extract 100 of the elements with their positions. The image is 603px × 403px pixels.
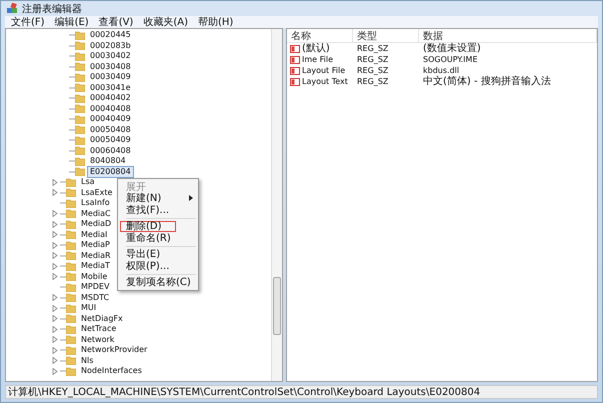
tree-connector <box>60 202 66 204</box>
expand-arrow-icon[interactable] <box>52 262 58 270</box>
tree-item[interactable]: MediaP <box>78 239 113 252</box>
tree-item[interactable]: MSDTC <box>78 292 112 304</box>
tree-item[interactable]: 0003041e <box>87 82 134 94</box>
tree-item[interactable]: MPDEV <box>78 281 112 294</box>
tree-item[interactable]: 00040408 <box>87 102 134 115</box>
tree-connector <box>60 254 66 257</box>
tree-item[interactable]: Lsa <box>78 176 98 188</box>
tree-item[interactable]: Network <box>78 334 118 346</box>
expand-arrow-icon[interactable] <box>52 294 58 302</box>
tree-item[interactable]: 00020445 <box>87 29 134 42</box>
expand-arrow-icon[interactable] <box>52 231 58 238</box>
tree-connector <box>69 128 75 131</box>
tree-connector <box>69 86 75 89</box>
tree-item[interactable]: Mobile <box>78 270 110 283</box>
expand-arrow-icon[interactable] <box>52 315 58 322</box>
menu-option[interactable]: 删除(D) <box>120 220 176 232</box>
expand-arrow-icon[interactable] <box>52 368 58 375</box>
expand-arrow-icon[interactable] <box>52 336 58 344</box>
tree-item[interactable]: 00040409 <box>87 113 134 126</box>
tree-item[interactable]: NetworkProvider <box>78 344 150 356</box>
tree-connector <box>60 307 66 310</box>
string-value-icon <box>290 56 300 64</box>
menu-item[interactable]: 文件(F) <box>7 15 49 29</box>
tree-item[interactable]: Nls <box>78 354 96 367</box>
tree-connector <box>60 349 66 352</box>
tree-item[interactable]: 00030408 <box>87 60 134 73</box>
tree-connector <box>60 328 66 330</box>
value-data: (数值未设置) <box>422 43 482 54</box>
tree-item[interactable]: LsaExte <box>78 186 116 199</box>
tree-connector <box>60 234 66 236</box>
value-name[interactable]: (默认) <box>302 43 330 54</box>
tree-connector <box>69 76 75 78</box>
tree-item[interactable]: 0002083b <box>87 40 134 52</box>
tree-connector <box>60 286 66 288</box>
value-name[interactable]: Ime File <box>302 54 334 65</box>
expand-arrow-icon[interactable] <box>52 178 58 186</box>
tree-item[interactable]: NetDiagFx <box>78 312 126 325</box>
expand-arrow-icon[interactable] <box>52 346 58 354</box>
tree-connector <box>69 160 75 162</box>
menu-item[interactable]: 编辑(E) <box>50 15 93 29</box>
menu-option[interactable]: 重命名(R) <box>120 232 196 244</box>
tree-item[interactable]: 00030402 <box>87 50 134 62</box>
status-path: 计算机\HKEY_LOCAL_MACHINE\SYSTEM\CurrentControlSet\Control\Keyboard Layouts\E0200804 <box>7 386 480 399</box>
expand-arrow-icon[interactable] <box>52 220 58 228</box>
expand-arrow-icon[interactable] <box>52 210 58 218</box>
tree-connector <box>69 108 75 110</box>
tree-connector <box>69 139 75 142</box>
menu-option[interactable]: 查找(F)... <box>120 204 196 216</box>
menu-option[interactable]: 复制项名称(C) <box>120 276 196 288</box>
tree-item[interactable]: 00040402 <box>87 92 134 104</box>
tree-connector <box>69 55 75 58</box>
expand-arrow-icon[interactable] <box>52 273 58 280</box>
tree-item[interactable]: MediaC <box>78 208 114 220</box>
tree-connector <box>69 44 75 47</box>
window-title: 注册表编辑器 <box>22 2 82 16</box>
scrollbar[interactable] <box>271 29 282 381</box>
tree-connector <box>69 34 75 36</box>
tree-item[interactable]: 00030409 <box>87 71 134 84</box>
expand-arrow-icon[interactable] <box>52 252 58 260</box>
tree-connector <box>60 370 66 372</box>
tree-connector <box>60 192 66 194</box>
tree-item[interactable]: 00050408 <box>87 124 134 136</box>
tree-item[interactable]: MediaI <box>78 228 110 241</box>
tree-item[interactable]: 00060408 <box>87 144 134 157</box>
expand-arrow-icon[interactable] <box>52 242 58 249</box>
tree-item[interactable]: NodeInterfaces <box>78 365 145 378</box>
menu-item[interactable]: 查看(V) <box>94 15 138 29</box>
expand-arrow-icon[interactable] <box>52 326 58 333</box>
tree-item[interactable]: LsaInfo <box>78 197 113 210</box>
value-type: REG_SZ <box>356 44 390 53</box>
string-value-icon <box>290 66 300 74</box>
tree-item[interactable]: 00050409 <box>87 134 134 146</box>
expand-arrow-icon[interactable] <box>52 357 58 364</box>
column-header[interactable]: 类型 <box>353 29 419 43</box>
value-data: SOGOUPY.IME <box>422 54 478 65</box>
tree-item[interactable]: MediaR <box>78 250 114 262</box>
string-value-icon <box>290 44 300 52</box>
menu-option[interactable]: 新建(N) <box>120 192 196 204</box>
tree-connector <box>60 265 66 268</box>
expand-arrow-icon[interactable] <box>52 189 58 196</box>
value-name[interactable]: Layout File <box>302 65 346 76</box>
expand-arrow-icon[interactable] <box>52 304 58 312</box>
tree-item[interactable]: 8040804 <box>87 155 129 168</box>
tree-item[interactable]: MediaT <box>78 260 113 272</box>
tree-connector <box>60 223 66 226</box>
value-type: REG_SZ <box>356 77 390 86</box>
column-header[interactable]: 名称 <box>287 29 353 43</box>
menu-item[interactable]: 帮助(H) <box>194 15 238 29</box>
menu-item[interactable]: 收藏夹(A) <box>139 15 192 29</box>
tree-item[interactable]: MediaD <box>78 218 114 230</box>
value-name[interactable]: Layout Text <box>302 76 348 87</box>
tree-connector <box>69 118 75 120</box>
menu-option[interactable]: 导出(E) <box>120 248 196 260</box>
column-header[interactable]: 数据 <box>419 29 597 43</box>
tree-item[interactable]: MUI <box>78 302 100 314</box>
menu-option[interactable]: 权限(P)... <box>120 260 196 272</box>
tree-item[interactable]: NetTrace <box>78 323 120 336</box>
tree-item[interactable]: E0200804 <box>87 166 134 178</box>
